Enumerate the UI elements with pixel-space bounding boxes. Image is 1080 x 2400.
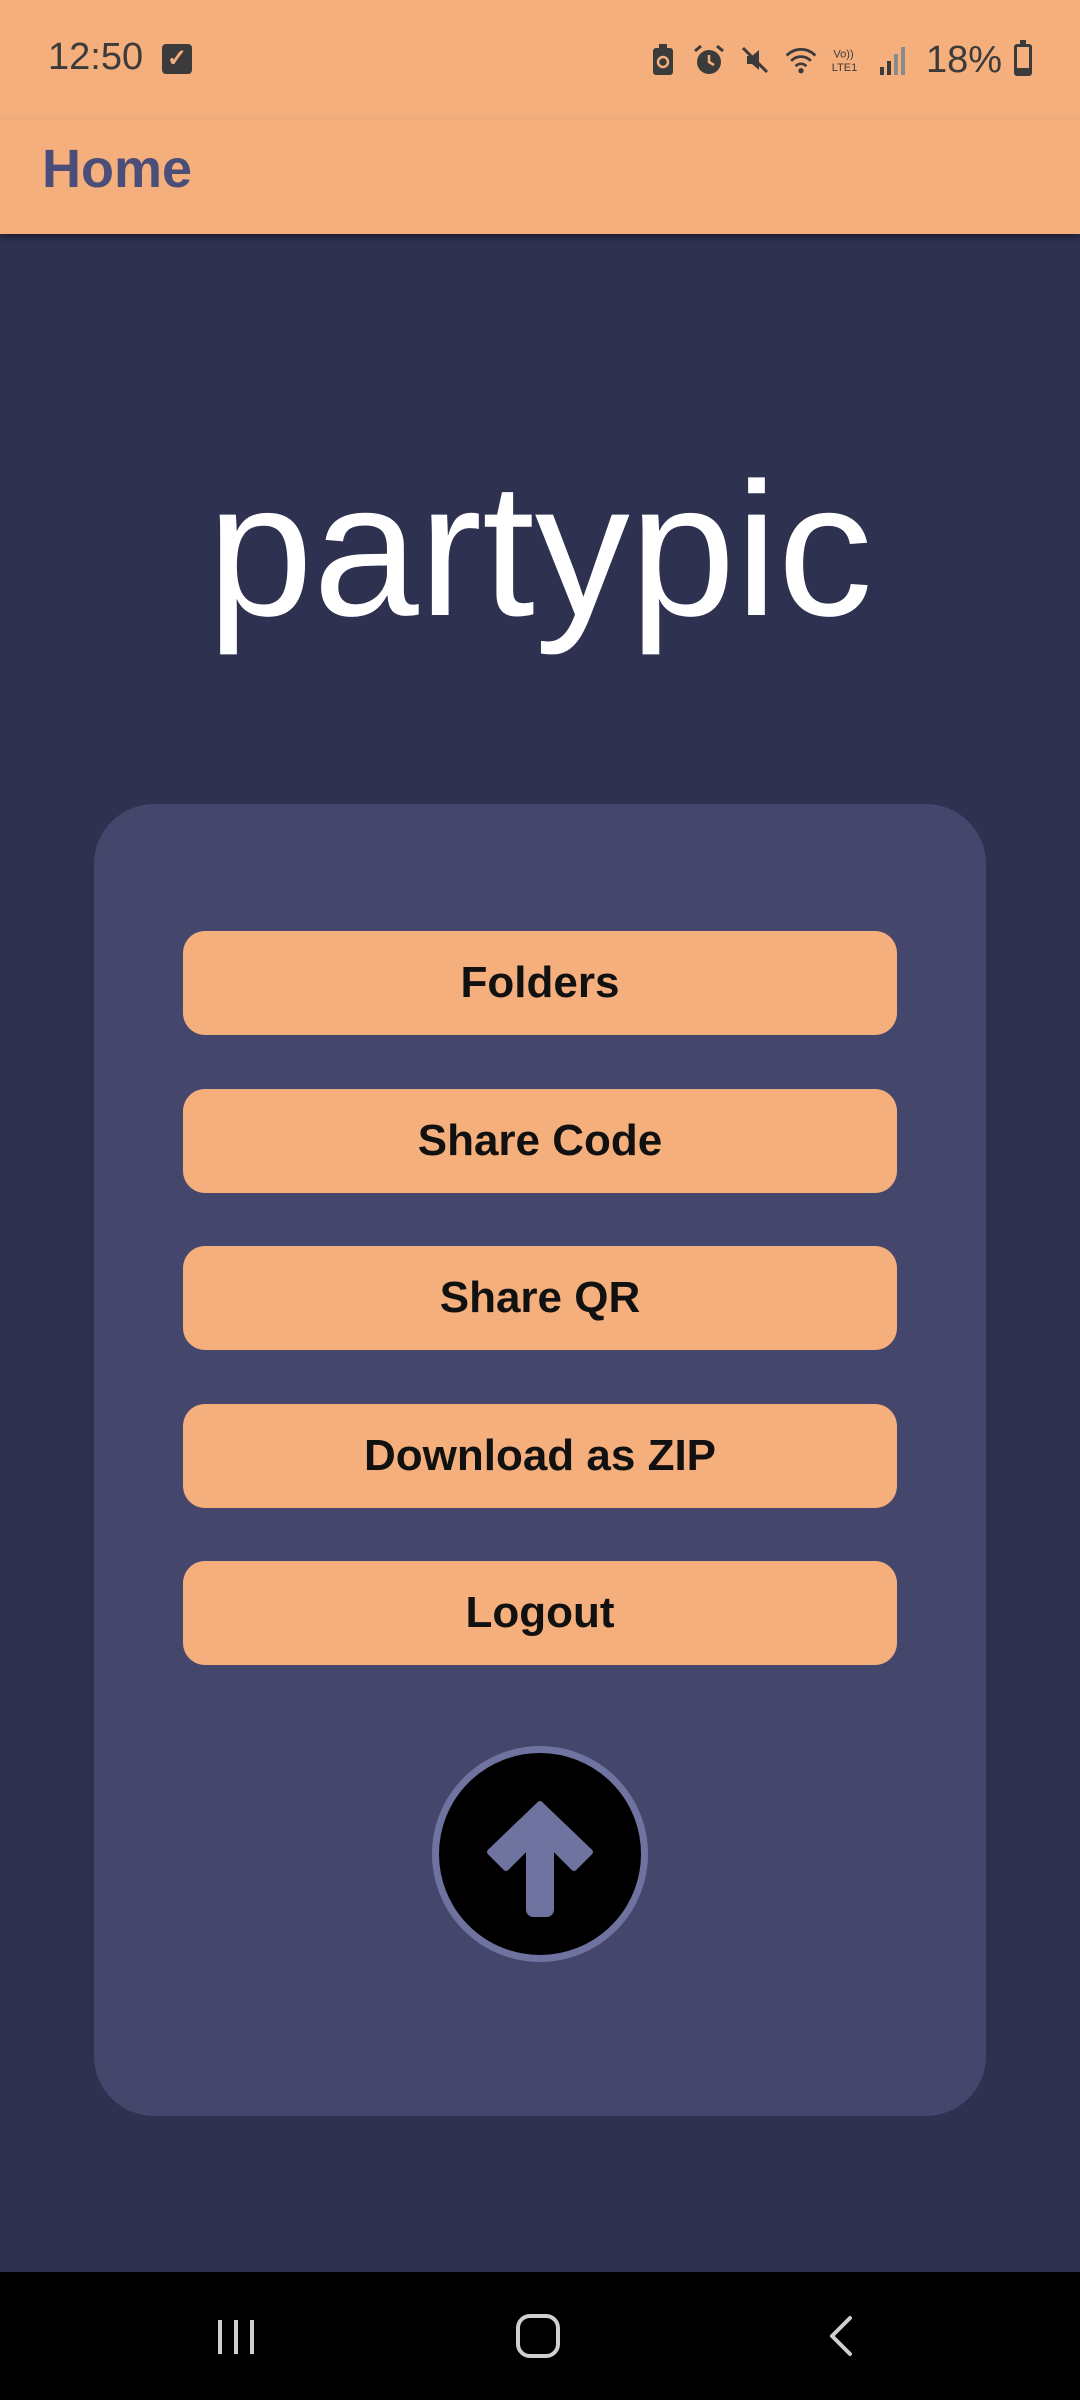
home-icon[interactable] xyxy=(502,2300,574,2372)
volte-lte-icon: Vo)) LTE1 xyxy=(830,43,864,77)
folders-button[interactable]: Folders xyxy=(183,931,897,1035)
mute-icon xyxy=(738,43,772,77)
page-title: Home xyxy=(42,139,193,199)
share-qr-button[interactable]: Share QR xyxy=(183,1246,897,1350)
status-bar: 12:50 ✓ Vo)) LTE1 18% xyxy=(0,0,1080,120)
app-logo-text: partypic xyxy=(207,444,873,656)
svg-text:LTE1: LTE1 xyxy=(832,62,858,74)
upload-button[interactable] xyxy=(432,1746,648,1962)
download-zip-button[interactable]: Download as ZIP xyxy=(183,1404,897,1508)
wifi-icon xyxy=(784,43,818,77)
status-time: 12:50 xyxy=(48,36,144,78)
app-bar: Home xyxy=(0,120,1080,234)
arrow-up-icon xyxy=(487,1801,593,1917)
signal-icon xyxy=(876,43,910,77)
battery-saver-icon xyxy=(646,43,680,77)
battery-icon xyxy=(1014,40,1032,76)
recent-apps-icon[interactable] xyxy=(200,2300,272,2372)
battery-percent: 18% xyxy=(925,38,1002,81)
share-code-button[interactable]: Share Code xyxy=(183,1089,897,1193)
logout-button[interactable]: Logout xyxy=(183,1561,897,1665)
svg-text:Vo)): Vo)) xyxy=(833,48,853,60)
back-icon[interactable] xyxy=(806,2300,878,2372)
menu-card: Folders Share Code Share QR Download as … xyxy=(94,804,986,2116)
system-nav-bar xyxy=(0,2272,1080,2400)
status-icons: Vo)) LTE1 18% xyxy=(646,30,1032,90)
alarm-icon xyxy=(692,43,726,77)
check-box-icon: ✓ xyxy=(162,44,192,74)
